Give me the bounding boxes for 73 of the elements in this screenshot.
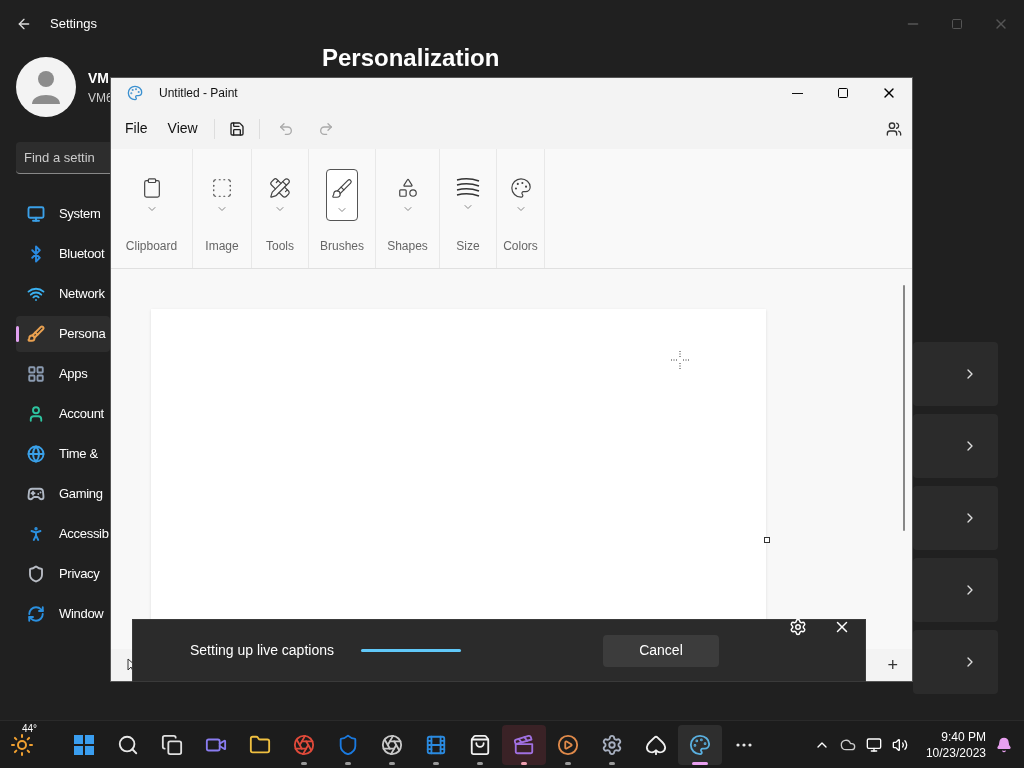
nav-item[interactable]: Account [16,396,110,432]
nav-item[interactable]: System [16,196,110,232]
resize-handle[interactable] [764,537,770,543]
ribbon-label: Image [205,238,239,255]
size-icon [456,177,480,197]
volume-icon[interactable] [891,736,908,753]
nav-item[interactable]: Accessib [16,516,110,552]
zoom-in-button[interactable]: + [887,651,898,679]
scrollbar[interactable] [903,285,905,531]
ribbon-label: Tools [266,238,294,255]
ribbon-label: Colors [503,238,538,255]
cancel-button[interactable]: Cancel [603,634,719,667]
window-title: Settings [50,15,97,34]
task-view-icon [161,733,183,756]
nav-item[interactable]: Apps [16,356,110,392]
temperature: 44° [22,721,38,736]
share-icon[interactable] [886,120,902,137]
shapes-icon [396,177,419,199]
update-icon [27,605,45,623]
nav-item[interactable]: Persona [16,316,110,352]
taskbar-button[interactable] [678,724,722,765]
person-icon [27,405,45,423]
film-icon [425,733,447,756]
paint-icon [127,85,143,101]
captions-status: Setting up live captions [190,641,334,660]
save-icon[interactable] [228,120,245,137]
wifi-icon [27,285,45,303]
nav-item[interactable]: Time & [16,436,110,472]
player-icon [557,733,579,756]
search-icon [117,733,139,756]
globe-icon [27,445,45,463]
paint-icon [689,733,711,756]
ribbon-button[interactable] [326,169,358,221]
nav-item[interactable]: Gaming [16,476,110,512]
notification-icon[interactable] [996,736,1012,753]
minimize-icon [791,92,803,94]
nav-item[interactable]: Bluetoot [16,236,110,272]
nav-item[interactable]: Window [16,596,110,632]
ribbon-label: Size [456,238,480,255]
pencil-icon [269,177,291,199]
clapperboard-icon [513,733,535,756]
ribbon-label: Shapes [387,238,428,255]
palette-icon [509,177,532,199]
menu-item[interactable]: File [115,112,158,145]
settings-icon[interactable] [789,617,807,636]
apps-grid-icon [27,365,45,383]
more-icon [736,742,752,747]
shield-icon [337,733,359,756]
selection-icon [211,177,233,199]
search-field[interactable]: Find a settin [16,142,110,174]
brush-icon [331,178,353,200]
menu-item[interactable]: View [157,112,208,145]
nav-item[interactable]: Network [16,276,110,312]
clock[interactable]: 9:40 PM 10/23/2023 [925,728,986,761]
shield-icon [27,565,45,583]
window-title: Untitled - Paint [159,85,238,102]
gamepad-icon [27,485,45,503]
folder-icon [249,733,271,756]
nav-item[interactable]: Privacy [16,556,110,592]
store-icon [469,733,491,756]
person-icon [31,70,61,104]
monitor-icon [27,205,45,223]
back-icon[interactable] [16,16,32,32]
page-heading: Personalization [322,44,501,72]
start-icon [73,733,95,756]
maximize-icon [837,87,849,99]
ribbon-label: Clipboard [125,238,178,255]
brush-icon [27,325,45,343]
crosshair-icon [670,350,690,370]
user-name: VM [88,68,110,88]
ribbon-label: Brushes [320,238,364,255]
settings-icon [601,733,623,756]
weather-icon[interactable] [10,732,34,757]
